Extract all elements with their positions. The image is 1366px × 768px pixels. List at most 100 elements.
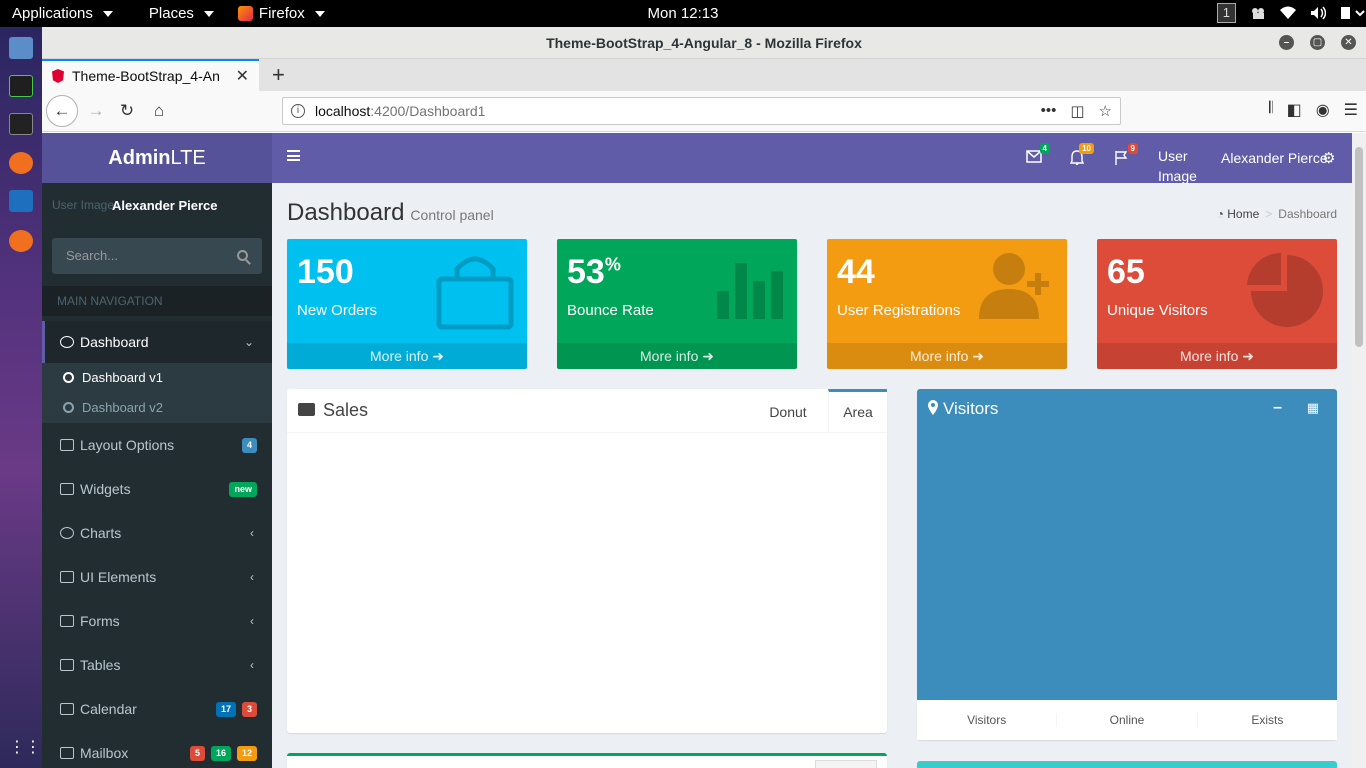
search-placeholder: Search... (66, 248, 119, 263)
show-apps-icon[interactable]: ⋮⋮ (9, 737, 41, 759)
more-info-link[interactable]: More info ➜ (827, 343, 1067, 369)
library-icon[interactable]: 𝄃 (1269, 100, 1273, 120)
sidebar-item-label: Forms (80, 613, 120, 629)
hamburger-menu-icon[interactable]: ☰ (1344, 100, 1358, 120)
system-monitor-icon[interactable] (9, 75, 33, 97)
sidebar-item-tables[interactable]: Tables ‹ (42, 643, 272, 687)
sidebar-item-label: Dashboard (80, 334, 149, 350)
flag-icon[interactable]: 9 (1114, 143, 1138, 165)
sales-header: Sales Donut Area (287, 389, 887, 433)
reload-button[interactable]: ↻ (115, 99, 139, 123)
table-icon (60, 659, 74, 671)
sidebar-toggle-icon[interactable]: ◧ (1287, 100, 1302, 120)
brand-logo[interactable]: AdminLTE (42, 133, 272, 183)
firefox-dock-icon[interactable] (9, 152, 33, 174)
count-badge: 4 (241, 437, 257, 453)
sidebar-item-mailbox[interactable]: Mailbox 5 16 12 (42, 731, 272, 768)
sales-title: Sales (323, 400, 369, 420)
tab-area[interactable]: Area (828, 389, 887, 433)
pie-graph-icon (1247, 252, 1323, 327)
applications-menu[interactable]: Applications (0, 5, 125, 22)
workspace-indicator[interactable]: 1 (1216, 3, 1236, 23)
visitors-title: Visitors (943, 399, 999, 418)
sidebar-item-dashboard[interactable]: Dashboard ⌄ (42, 321, 272, 363)
window-title: Theme-BootStrap_4-Angular_8 - Mozilla Fi… (546, 35, 862, 51)
power-menu-icon[interactable] (1340, 6, 1365, 20)
places-label: Places (148, 5, 194, 22)
web-page: AdminLTE 4 10 9 User Image Alexander Pie… (42, 133, 1352, 768)
page-actions-icon[interactable]: ••• (1041, 102, 1057, 120)
sidebar-item-label: Tables (80, 657, 121, 673)
page-scrollbar[interactable] (1352, 133, 1366, 768)
pie-chart-icon (60, 527, 74, 539)
stat-label: Unique Visitors (1107, 302, 1208, 319)
sidebar-user-image: User Image (52, 198, 115, 212)
new-tab-button[interactable]: + (272, 62, 285, 88)
stat-value: 150 (297, 253, 354, 291)
tab-donut[interactable]: Donut (757, 389, 819, 433)
circle-icon (63, 402, 74, 413)
minimize-icon[interactable]: – (1279, 35, 1294, 50)
more-info-link[interactable]: More info ➜ (557, 343, 797, 369)
sidebar-nav: Dashboard ⌄ Dashboard v1 Dashboard v2 La… (42, 321, 272, 768)
site-info-icon[interactable]: i (291, 104, 305, 118)
sidebar-item-calendar[interactable]: Calendar 17 3 (42, 687, 272, 731)
firefox-dock-icon-2[interactable] (9, 230, 33, 252)
gears-icon[interactable]: ⚙ (1322, 149, 1335, 167)
subitem-label: Dashboard v2 (82, 400, 163, 415)
messages-icon[interactable]: 4 (1026, 143, 1050, 164)
scrollbar-thumb[interactable] (1355, 147, 1363, 347)
more-info-link[interactable]: More info ➜ (287, 343, 527, 369)
firefox-app-menu[interactable]: Firefox (226, 5, 337, 22)
count-badge: 3 (241, 701, 257, 717)
tab-close-icon[interactable]: ✕ (236, 66, 249, 86)
page-subtitle: Control panel (410, 207, 494, 223)
vscode-icon[interactable] (9, 190, 33, 212)
pocket-icon[interactable]: ◫ (1070, 102, 1084, 120)
more-info-link[interactable]: More info ➜ (1097, 343, 1337, 369)
forward-button[interactable]: → (84, 99, 108, 123)
places-menu[interactable]: Places (125, 5, 226, 22)
files-app-icon[interactable] (9, 37, 33, 59)
box-tools[interactable] (815, 760, 877, 768)
sidebar-subitem-dashboard-v1[interactable]: Dashboard v1 (42, 363, 272, 393)
app-dock: ⋮⋮ (0, 27, 42, 768)
wifi-icon[interactable] (1280, 6, 1296, 20)
inbox-icon (298, 403, 315, 416)
page-title: Dashboard (287, 199, 405, 226)
bookmark-star-icon[interactable]: ☆ (1099, 102, 1112, 120)
notifications-icon[interactable]: 10 (1069, 143, 1094, 166)
camera-icon[interactable] (1250, 6, 1266, 20)
sidebar-item-widgets[interactable]: Widgets new (42, 467, 272, 511)
sidebar-toggle-icon[interactable] (287, 150, 300, 161)
dashboard-submenu: Dashboard v1 Dashboard v2 (42, 363, 272, 423)
sidebar-item-charts[interactable]: Charts ‹ (42, 511, 272, 555)
back-button[interactable]: ← (46, 95, 78, 127)
url-bar[interactable]: i localhost:4200/Dashboard1 ••• ◫ ☆ (282, 97, 1121, 125)
sidebar-item-layout-options[interactable]: Layout Options 4 (42, 423, 272, 467)
sidebar-item-label: Widgets (80, 481, 131, 497)
breadcrumb: ◔ Home > Dashboard (1216, 207, 1337, 221)
user-image[interactable]: User Image (1158, 146, 1218, 186)
browser-tab[interactable]: Theme-BootStrap_4-An ✕ (42, 59, 259, 91)
breadcrumb-home[interactable]: Home (1227, 207, 1259, 221)
sidebar-search-input[interactable]: Search... (52, 238, 262, 274)
user-menu-name[interactable]: Alexander Pierce (1221, 150, 1328, 166)
home-button[interactable]: ⌂ (147, 99, 171, 123)
terminal-icon[interactable] (9, 113, 33, 135)
search-icon[interactable] (237, 250, 248, 261)
next-colored-box (917, 761, 1337, 768)
close-icon[interactable]: ✕ (1341, 35, 1356, 50)
sidebar-item-ui-elements[interactable]: UI Elements ‹ (42, 555, 272, 599)
sidebar-subitem-dashboard-v2[interactable]: Dashboard v2 (42, 393, 272, 423)
volume-icon[interactable] (1310, 6, 1327, 20)
account-icon[interactable]: ◉ (1316, 100, 1330, 120)
angular-icon (52, 69, 64, 83)
shopping-bag-icon (436, 256, 514, 330)
collapse-icon[interactable]: – (1273, 399, 1282, 417)
maximize-icon[interactable]: ▢ (1310, 35, 1325, 50)
sidebar-item-forms[interactable]: Forms ‹ (42, 599, 272, 643)
calendar-icon[interactable]: ▦ (1307, 400, 1319, 416)
chevron-left-icon: ‹ (250, 570, 254, 584)
visitors-stat-label: Visitors (917, 713, 1058, 727)
